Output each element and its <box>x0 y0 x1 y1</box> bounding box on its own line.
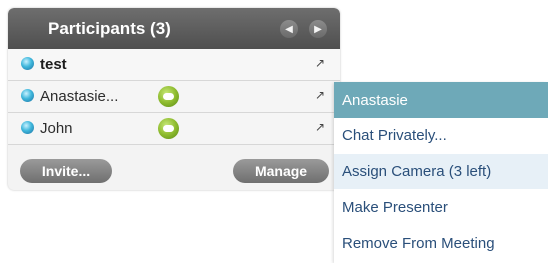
menu-item-label: Assign Camera (3 left) <box>342 163 492 180</box>
participant-row-anastasie[interactable]: Anastasie... ↗ <box>8 81 340 113</box>
participant-row-test[interactable]: test ↗ <box>8 49 340 81</box>
menu-item-label: Make Presenter <box>342 199 448 216</box>
pin-icon[interactable]: ↗ <box>315 88 325 102</box>
chevron-left-icon[interactable]: ◀ <box>280 20 298 38</box>
status-dot-icon <box>21 121 34 134</box>
status-dot-icon <box>21 57 34 70</box>
pin-icon[interactable]: ↗ <box>315 120 325 134</box>
participant-context-menu: Anastasie Chat Privately... Assign Camer… <box>334 82 548 263</box>
invite-button[interactable]: Invite... <box>20 159 112 183</box>
menu-item-assign-camera[interactable]: Assign Camera (3 left) <box>334 154 548 189</box>
pin-icon[interactable]: ↗ <box>315 56 325 70</box>
menu-header-label: Anastasie <box>342 92 408 109</box>
menu-item-remove-from-meeting[interactable]: Remove From Meeting <box>334 226 548 261</box>
panel-title: Participants (3) <box>48 19 171 38</box>
menu-item-label: Chat Privately... <box>342 127 447 144</box>
panel-header: Participants (3) ◀ ▶ <box>8 8 340 49</box>
chevron-right-icon[interactable]: ▶ <box>309 20 327 38</box>
manage-button[interactable]: Manage <box>233 159 329 183</box>
status-dot-icon <box>21 89 34 102</box>
chat-bubble-icon[interactable] <box>158 86 179 107</box>
participant-name: test <box>40 56 67 73</box>
participant-row-john[interactable]: John ↗ <box>8 113 340 145</box>
menu-header: Anastasie <box>334 82 548 118</box>
participant-name: John <box>40 120 73 137</box>
menu-item-chat-privately[interactable]: Chat Privately... <box>334 118 548 153</box>
participants-panel: Participants (3) ◀ ▶ test ↗ Anastasie...… <box>8 8 340 190</box>
chat-bubble-icon[interactable] <box>158 118 179 139</box>
menu-item-label: Remove From Meeting <box>342 235 495 252</box>
menu-item-make-presenter[interactable]: Make Presenter <box>334 190 548 225</box>
participant-name: Anastasie... <box>40 88 119 105</box>
